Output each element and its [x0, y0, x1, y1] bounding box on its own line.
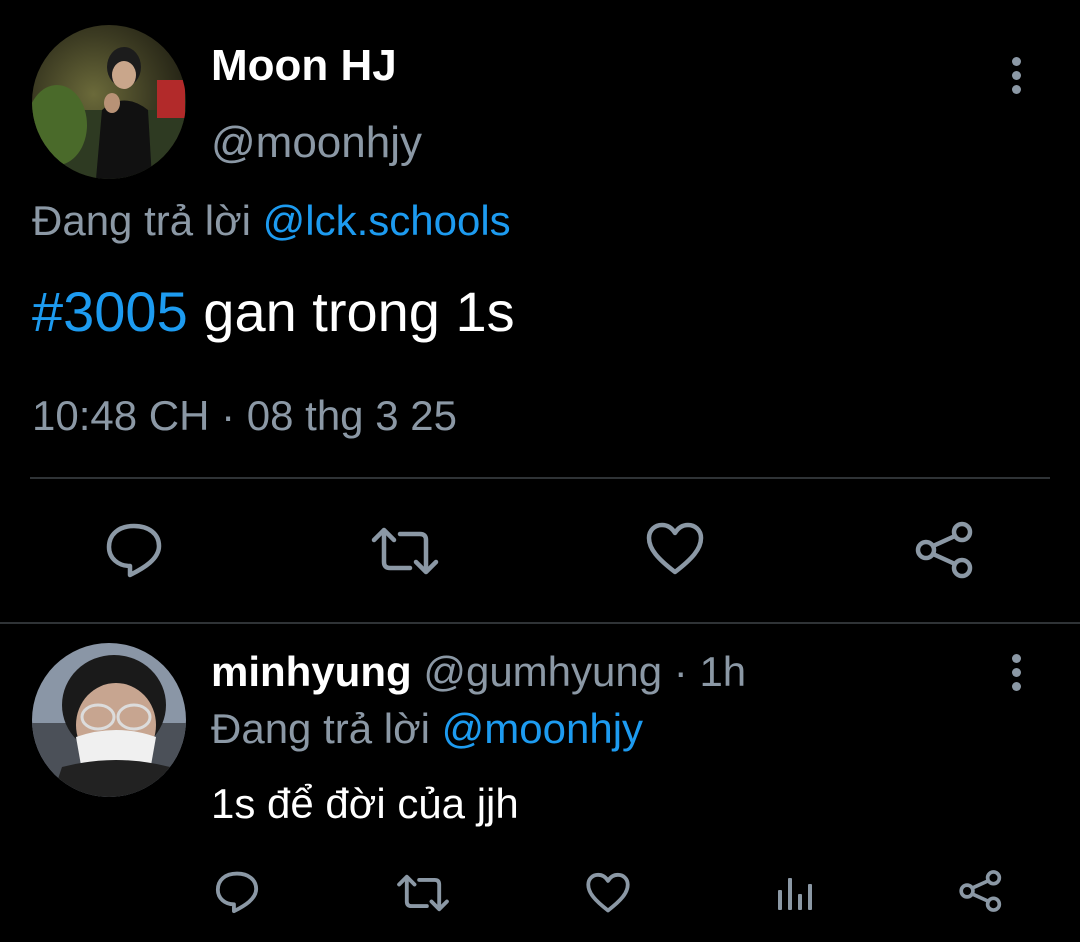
replying-prefix: Đang trả lời [32, 197, 251, 244]
analytics-icon[interactable] [776, 872, 816, 912]
main-tweet-divider [30, 477, 1050, 479]
section-divider [0, 622, 1080, 624]
reply-icon[interactable] [104, 522, 164, 578]
main-author-name[interactable]: Moon HJ [211, 40, 397, 92]
share-icon[interactable] [958, 869, 1004, 913]
reply-tweet-text: 1s để đời của jjh [211, 780, 519, 827]
reply-author-avatar[interactable] [32, 643, 186, 797]
replying-to-handle-link[interactable]: @lck.schools [263, 197, 511, 244]
reply-author-handle[interactable]: @gumhyung [423, 648, 662, 695]
retweet-icon[interactable] [370, 526, 440, 576]
share-icon[interactable] [914, 520, 976, 580]
retweet-icon[interactable] [396, 873, 450, 913]
like-icon[interactable] [586, 872, 630, 914]
main-replying-to-line: Đang trả lời @lck.schools [32, 195, 511, 247]
reply-more-options-icon[interactable] [1000, 652, 1034, 694]
reply-time-ago[interactable]: 1h [699, 648, 746, 695]
tweet-body-text: gan trong 1s [187, 280, 515, 343]
main-author-handle[interactable]: @moonhjy [211, 117, 422, 169]
main-author-avatar[interactable] [32, 25, 186, 179]
reply-replying-to-handle-link[interactable]: @moonhjy [442, 705, 643, 752]
like-icon[interactable] [646, 522, 704, 576]
reply-author-name[interactable]: minhyung [211, 648, 412, 695]
main-tweet-timestamp[interactable]: 10:48 CH · 08 thg 3 25 [32, 390, 457, 442]
reply-icon[interactable] [214, 870, 260, 914]
reply-replying-prefix: Đang trả lời [211, 705, 430, 752]
hashtag-link[interactable]: #3005 [32, 280, 188, 343]
main-tweet-text: #3005 gan trong 1s [32, 280, 515, 344]
reply-replying-to-line: Đang trả lời @moonhjy [211, 703, 643, 755]
main-more-options-icon[interactable] [1000, 55, 1034, 97]
separator-dot: · [662, 648, 700, 695]
reply-header-line: minhyung @gumhyung · 1h [211, 646, 746, 698]
